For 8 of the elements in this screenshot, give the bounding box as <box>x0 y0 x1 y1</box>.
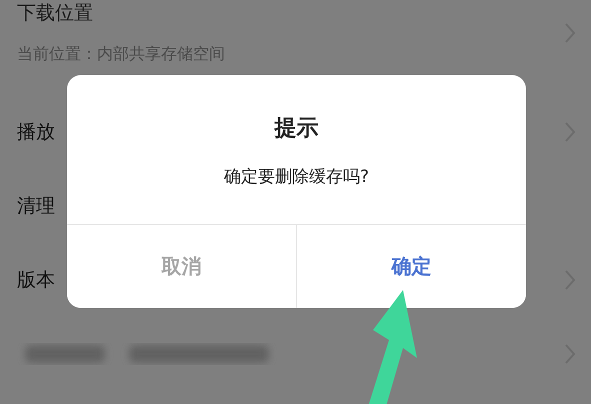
dialog-title: 提示 <box>274 115 318 143</box>
arrow-icon <box>367 290 417 404</box>
setting-title: 清理 <box>17 194 55 219</box>
setting-title: 播放 <box>17 120 55 145</box>
setting-title: 版本 <box>17 268 55 293</box>
confirm-button[interactable]: 确定 <box>296 225 526 308</box>
setting-title: 下载位置 <box>17 1 94 26</box>
dialog-message: 确定要删除缓存吗? <box>224 166 370 188</box>
